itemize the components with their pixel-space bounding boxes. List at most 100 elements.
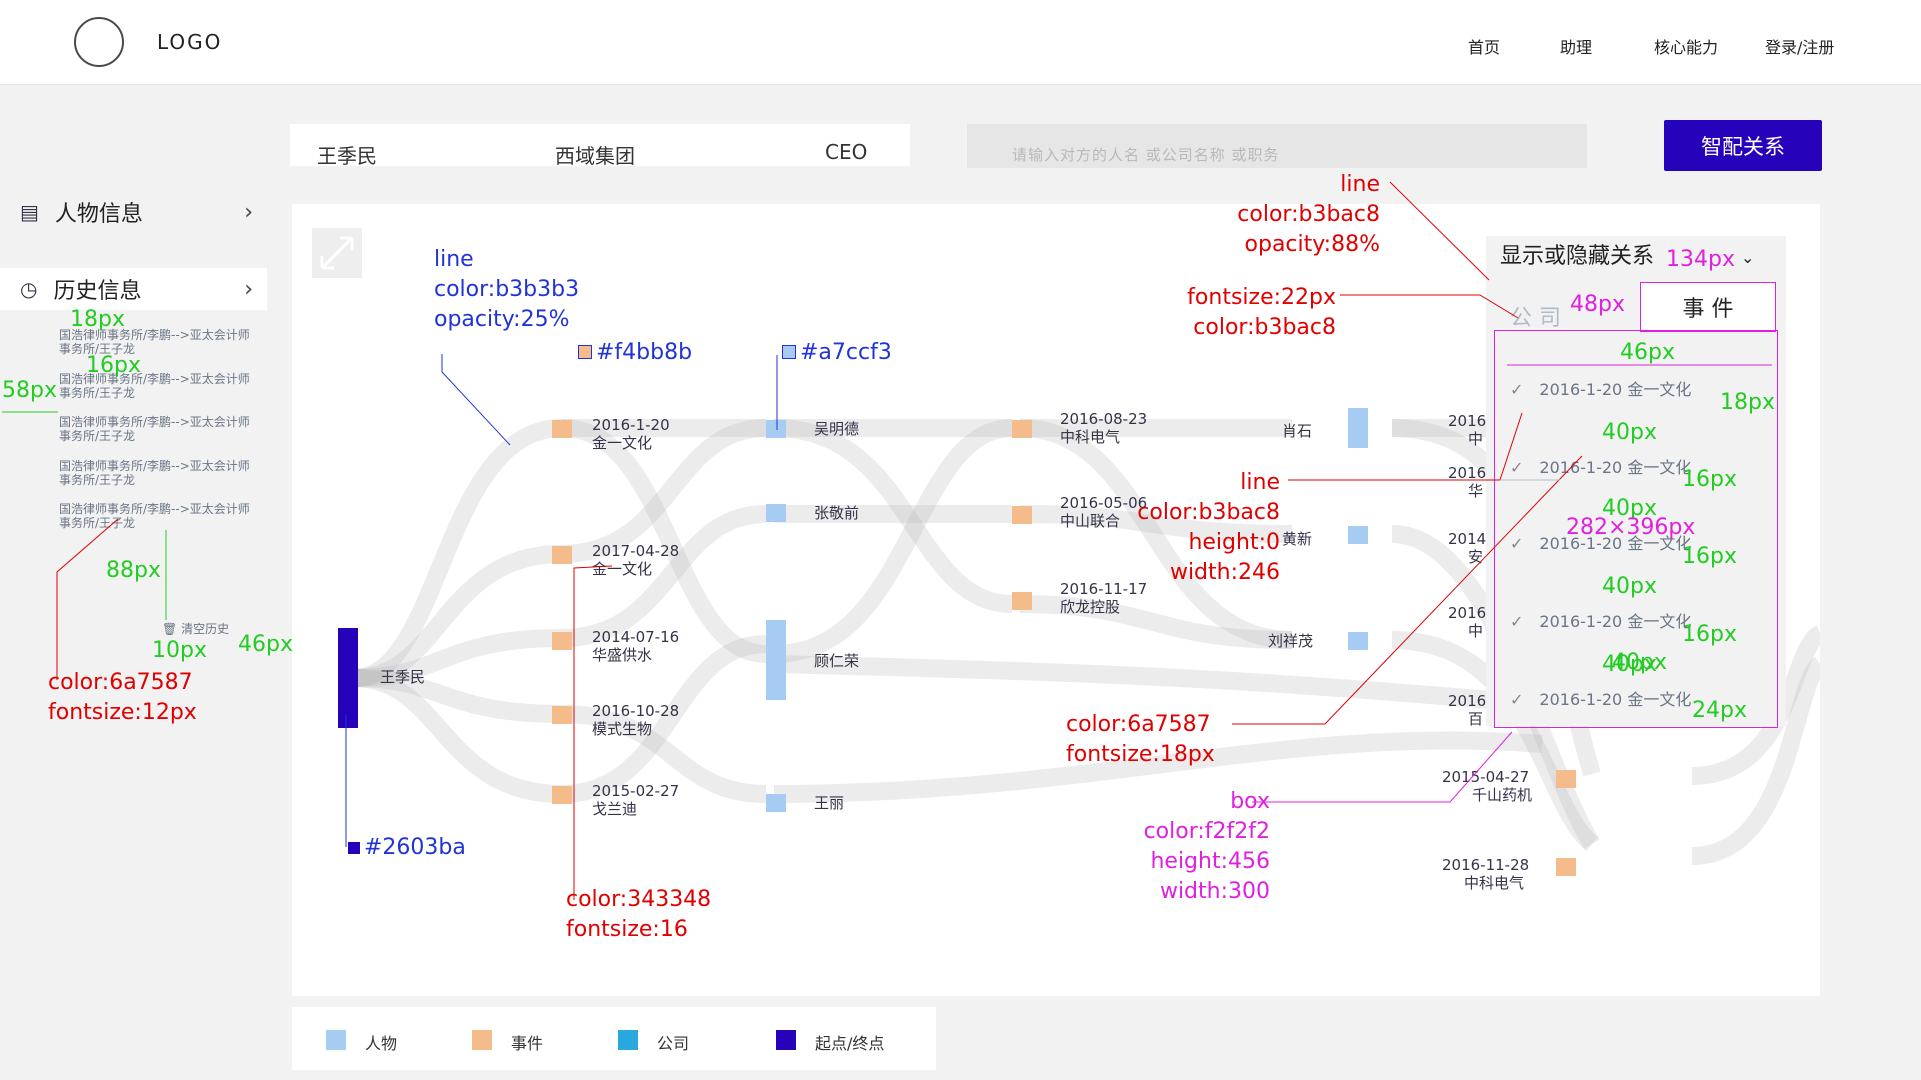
checkbox-checked-icon[interactable]: ✓ (1510, 690, 1523, 709)
checkbox-checked-icon[interactable]: ✓ (1510, 612, 1523, 631)
event-node[interactable] (552, 546, 572, 564)
annotation-box-spec: box color:f2f2f2 height:456 width:300 (1143, 789, 1270, 904)
smart-match-button[interactable]: 智配关系 (1664, 120, 1822, 171)
event-node[interactable] (552, 706, 572, 724)
legend-label-start-end: 起点/终点 (815, 1034, 885, 1053)
nav-core-ability[interactable]: 核心能力 (1654, 34, 1718, 58)
event-name: 中 (1468, 622, 1484, 640)
nav-assistant[interactable]: 助理 (1560, 34, 1592, 58)
legend-label-company: 公司 (657, 1034, 690, 1053)
annotation-sankey-line: line color:b3b3b3 opacity:25% (434, 247, 580, 332)
event-name: 戈兰迪 (592, 800, 638, 818)
dim-label: 16px (86, 353, 141, 378)
profile-company: 西域集团 (555, 144, 635, 168)
event-name: 安 (1468, 548, 1484, 566)
person-node[interactable] (1348, 408, 1368, 448)
event-node[interactable] (1556, 770, 1576, 788)
profile-name: 王季民 (317, 144, 377, 168)
dim-label: 40px (1602, 574, 1657, 599)
dim-label: 88px (106, 558, 161, 583)
event-name: 中科电气 (1464, 874, 1525, 892)
annotation-start-swatch: #2603ba (348, 833, 466, 863)
person-node[interactable] (1348, 526, 1368, 544)
event-date: 2016-1-20 (592, 416, 670, 434)
event-row[interactable]: ✓ 2016-1-20 金一文化 (1510, 608, 1691, 632)
nav-home[interactable]: 首页 (1468, 34, 1500, 58)
event-name: 欣龙控股 (1060, 598, 1121, 616)
event-node[interactable] (1012, 592, 1032, 610)
event-node[interactable] (552, 632, 572, 650)
event-row[interactable]: ✓ 2016-1-20 金一文化 (1510, 376, 1691, 400)
event-node[interactable] (552, 786, 572, 804)
person-node[interactable] (766, 794, 786, 812)
history-clock-icon: ◷ (20, 277, 38, 301)
checkbox-checked-icon[interactable]: ✓ (1510, 380, 1523, 399)
logo-circle-icon (74, 17, 124, 67)
profile-card-icon: ▤ (20, 200, 39, 224)
tab-company[interactable]: 公 司 (1510, 300, 1561, 332)
annotation-text-spec: color:343348 fontsize:16 (566, 887, 712, 942)
dim-label: 40px (1602, 420, 1657, 445)
event-name: 金一文化 (592, 560, 653, 578)
clear-history-button[interactable]: 🗑 清空历史 (162, 620, 229, 637)
event-node[interactable] (1556, 858, 1576, 876)
dim-label: 10px (152, 638, 207, 663)
event-name: 模式生物 (592, 720, 653, 738)
logo-text: LOGO (157, 30, 223, 54)
dim-label: 58px (2, 378, 57, 403)
event-date: 2016-10-28 (592, 702, 680, 720)
legend-swatch-person (326, 1030, 346, 1050)
history-entry[interactable]: 国浩律师事务所/李鹏-->亚太会计师事务所/王子龙 (59, 459, 259, 487)
history-entry[interactable]: 国浩律师事务所/李鹏-->亚太会计师事务所/王子龙 (59, 328, 259, 356)
dim-label: 18px (70, 307, 125, 332)
event-row[interactable]: ✓ 2016-1-20 金一文化 (1510, 686, 1691, 710)
event-date: 2014 (1448, 530, 1487, 548)
search-placeholder: 请输入对方的人名 或公司名称 或职务 (1012, 146, 1280, 164)
checkbox-checked-icon[interactable]: ✓ (1510, 458, 1523, 477)
event-name: 华盛供水 (592, 646, 653, 664)
event-node[interactable] (552, 420, 572, 438)
person-node[interactable] (766, 620, 786, 700)
sidebar-item-person-info[interactable]: ▤ 人物信息 › (0, 191, 267, 233)
person-name: 张敬前 (814, 504, 860, 522)
person-name: 顾仁荣 (814, 652, 860, 670)
event-date: 2016-08-23 (1060, 410, 1148, 428)
event-name: 千山药机 (1472, 786, 1533, 804)
event-name: 中山联合 (1060, 512, 1121, 530)
checkbox-checked-icon[interactable]: ✓ (1510, 534, 1523, 553)
dim-label: 16px (1682, 467, 1737, 492)
event-name: 中 (1468, 430, 1484, 448)
annotation-person-swatch: #a7ccf3 (782, 338, 892, 368)
dim-label: 48px (1570, 292, 1625, 317)
nav-login-register[interactable]: 登录/注册 (1765, 34, 1834, 58)
person-name: 吴明德 (814, 420, 860, 438)
event-node[interactable] (1012, 506, 1032, 524)
person-node[interactable] (1348, 632, 1368, 650)
annotation-dropdown-line: line color:b3bac8 opacity:88% (1237, 172, 1380, 257)
annotation-history-spec: color:6a7587 fontsize:12px (48, 670, 197, 725)
dim-label: 16px (1682, 544, 1737, 569)
event-node[interactable] (1012, 420, 1032, 438)
history-entry[interactable]: 国浩律师事务所/李鹏-->亚太会计师事务所/王子龙 (59, 415, 259, 443)
tab-events[interactable]: 事 件 (1640, 282, 1776, 332)
person-node[interactable] (766, 504, 786, 522)
event-date: 2016 (1448, 464, 1487, 482)
person-node[interactable] (766, 420, 786, 438)
chevron-right-icon: › (244, 276, 253, 302)
start-node[interactable] (338, 628, 358, 728)
dim-label: 282×396px (1566, 515, 1696, 540)
history-entry[interactable]: 国浩律师事务所/李鹏-->亚太会计师事务所/王子龙 (59, 502, 259, 530)
event-date: 2014-07-16 (592, 628, 680, 646)
sidebar-item-history[interactable]: ◷ 历史信息 › (0, 268, 267, 310)
dim-label: 46px (1620, 340, 1675, 365)
annotation-event-swatch: #f4bb8b (578, 338, 692, 368)
event-date: 2015-02-27 (592, 782, 680, 800)
legend-swatch-event (472, 1030, 492, 1050)
trash-icon: 🗑 (162, 622, 178, 636)
chevron-down-icon: ⌄ (1741, 248, 1755, 267)
event-row[interactable]: ✓ 2016-1-20 金一文化 (1510, 454, 1691, 478)
event-name: 金一文化 (592, 434, 653, 452)
dim-label: 18px (1720, 390, 1775, 415)
event-name: 华 (1468, 482, 1484, 500)
start-node-label: 王季民 (380, 668, 426, 686)
